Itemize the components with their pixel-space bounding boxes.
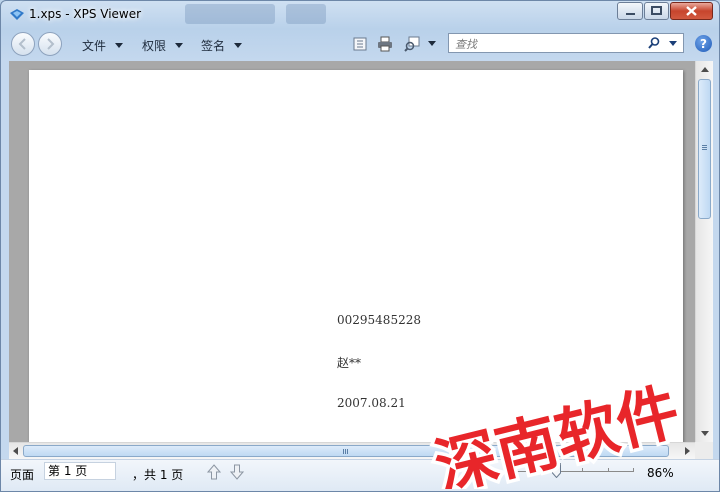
close-icon (686, 6, 697, 16)
menu-file[interactable]: 文件 (82, 37, 124, 54)
help-icon[interactable]: ? (695, 35, 712, 52)
close-button[interactable] (670, 2, 713, 20)
menu-signatures-label: 签名 (201, 39, 226, 53)
minimize-icon (626, 13, 635, 15)
search-icon[interactable] (647, 36, 661, 50)
xps-viewer-window: 1.xps - XPS Viewer 文件 权限 签名 查找 ? 0029548… (0, 0, 720, 492)
document-line-3: 2007.08.21 (337, 396, 406, 410)
zoom-dropdown[interactable] (428, 37, 436, 51)
search-box[interactable] (448, 33, 684, 53)
toolbar: 文件 权限 签名 ? (7, 29, 713, 61)
horizontal-scroll-thumb[interactable] (23, 445, 669, 457)
minimize-button[interactable] (617, 2, 643, 20)
vertical-scrollbar[interactable] (695, 61, 713, 442)
window-title: 1.xps - XPS Viewer (29, 7, 142, 21)
menu-permissions-label: 权限 (142, 39, 167, 53)
reading-icon[interactable] (352, 36, 368, 52)
chevron-down-icon (115, 43, 124, 48)
background-window-tab (185, 4, 275, 24)
page-label: 页面 (10, 468, 35, 482)
page-down-icon[interactable] (230, 464, 244, 480)
horizontal-scrollbar[interactable] (9, 442, 695, 459)
menu-signatures[interactable]: 签名 (201, 37, 243, 54)
scrollbar-corner (695, 442, 713, 459)
search-options-icon[interactable] (669, 41, 677, 46)
xps-app-icon (10, 9, 24, 20)
document-viewport[interactable]: 00295485228 赵** 2007.08.21 (9, 61, 695, 442)
forward-icon (47, 38, 55, 50)
scroll-down-icon[interactable] (701, 431, 709, 436)
background-window-tab-2 (286, 4, 326, 24)
chevron-down-icon (234, 43, 243, 48)
document-line-1: 00295485228 (337, 313, 421, 327)
chevron-down-icon (175, 43, 184, 48)
menu-permissions[interactable]: 权限 (142, 37, 184, 54)
title-bar: 1.xps - XPS Viewer (1, 1, 719, 29)
maximize-button[interactable] (644, 2, 669, 20)
page-up-icon[interactable] (207, 464, 221, 480)
forward-button[interactable] (38, 32, 62, 56)
document-page: 00295485228 赵** 2007.08.21 (29, 70, 683, 442)
menu-file-label: 文件 (82, 39, 107, 53)
document-line-2: 赵** (337, 356, 362, 370)
back-icon (18, 38, 26, 50)
scroll-up-icon[interactable] (701, 67, 709, 72)
vertical-scroll-thumb[interactable] (698, 79, 711, 219)
zoom-level: 86% (647, 466, 674, 480)
zoom-slider-icon[interactable] (552, 463, 561, 478)
scroll-left-icon[interactable] (13, 447, 18, 455)
page-total: ，共 1 页 (132, 468, 184, 482)
zoom-page-icon[interactable] (404, 36, 420, 52)
chevron-down-icon (428, 41, 436, 46)
scroll-right-icon[interactable] (685, 447, 690, 455)
back-button[interactable] (11, 32, 35, 56)
status-bar: 页面 第 1 页 ，共 1 页 86% (1, 459, 719, 491)
page-number-input[interactable]: 第 1 页 (44, 462, 116, 480)
maximize-icon (651, 6, 662, 15)
search-input[interactable] (453, 35, 637, 53)
zoom-slider[interactable] (504, 463, 634, 478)
print-icon[interactable] (377, 36, 393, 52)
